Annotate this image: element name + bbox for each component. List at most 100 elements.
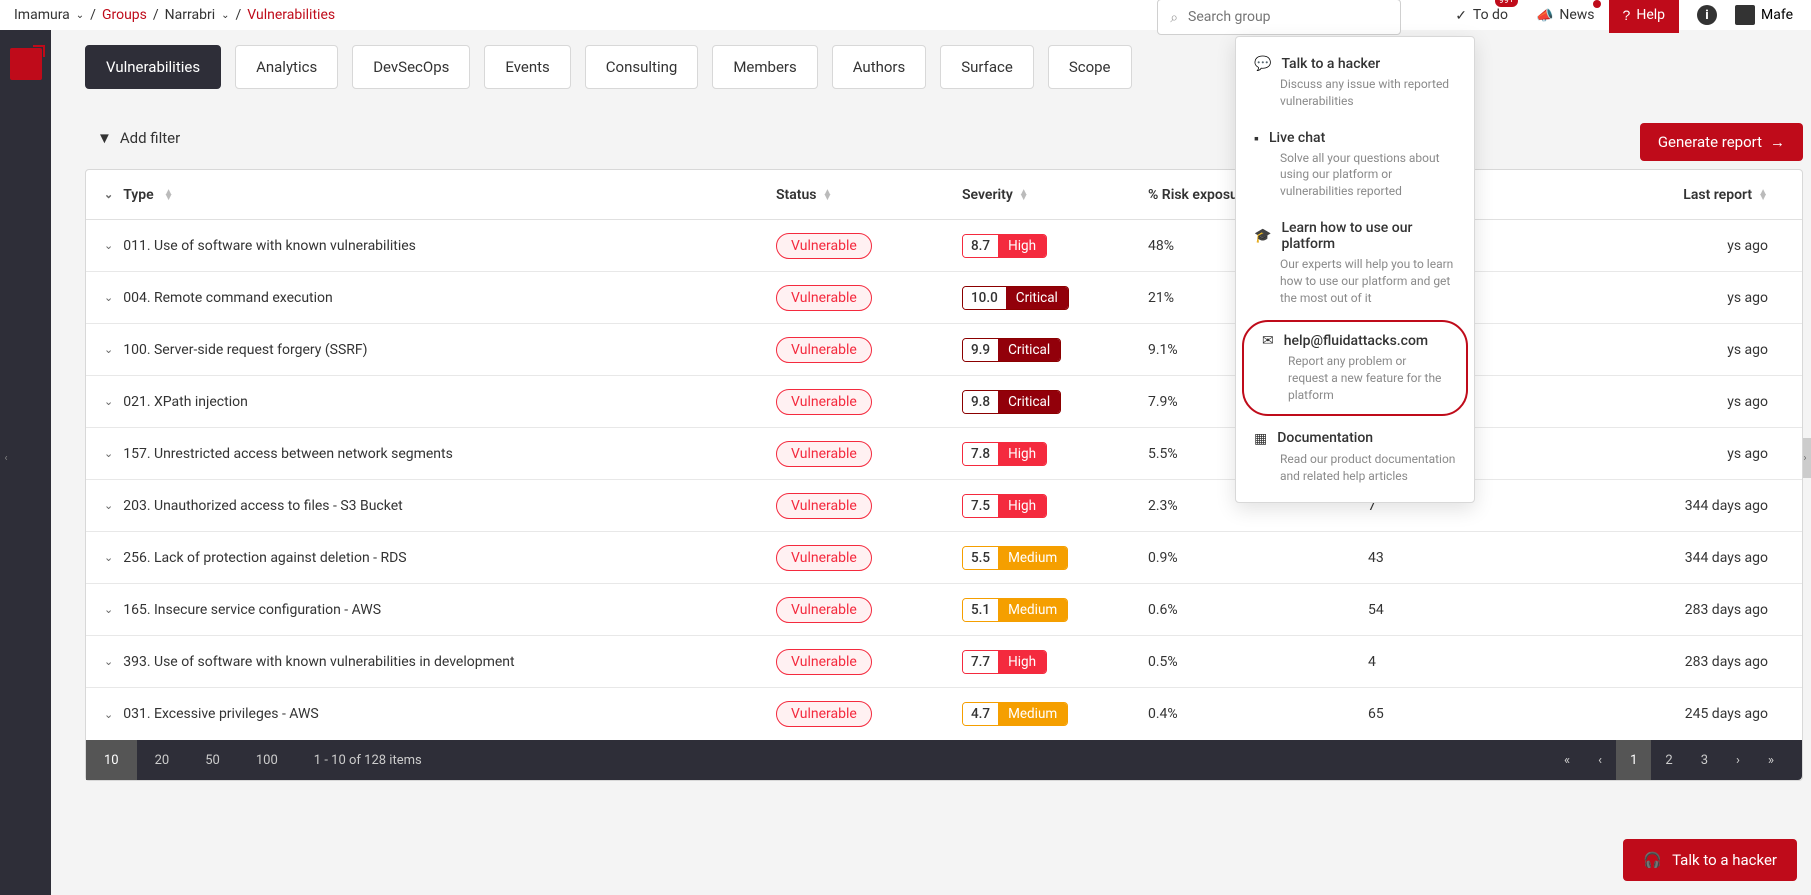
tab-authors[interactable]: Authors (832, 45, 927, 89)
talk-to-hacker-button[interactable]: 🎧 Talk to a hacker (1623, 839, 1797, 881)
chevron-down-icon[interactable]: ⌄ (104, 708, 113, 721)
chevron-down-icon[interactable]: ⌄ (104, 603, 113, 616)
table-row[interactable]: ⌄165. Insecure service configuration - A… (86, 584, 1802, 636)
help-button[interactable]: ? Help (1609, 0, 1679, 33)
chevron-down-icon[interactable]: ⌄ (104, 395, 113, 408)
help-item[interactable]: 🎓Learn how to use our platformOur expert… (1236, 210, 1474, 316)
pager: «‹123›» (1550, 740, 1802, 780)
table-row[interactable]: ⌄021. XPath injectionVulnerable9.8Critic… (86, 376, 1802, 428)
chevron-down-icon[interactable]: ⌄ (104, 291, 113, 304)
search-box[interactable]: ⌕ (1157, 0, 1401, 35)
tab-analytics[interactable]: Analytics (235, 45, 338, 89)
breadcrumb-groups[interactable]: Groups (102, 7, 147, 23)
add-filter-button[interactable]: ▼ Add filter (97, 129, 180, 147)
table-row[interactable]: ⌄203. Unauthorized access to files - S3 … (86, 480, 1802, 532)
pager-next[interactable]: › (1722, 740, 1754, 780)
table-row[interactable]: ⌄256. Lack of protection against deletio… (86, 532, 1802, 584)
todo-button[interactable]: ✓ To do 99+ (1441, 0, 1522, 33)
talk-label: Talk to a hacker (1672, 851, 1777, 869)
generate-report-label: Generate report (1658, 133, 1762, 151)
sidebar-collapse-left[interactable]: ‹ (0, 438, 12, 478)
table-row[interactable]: ⌄393. Use of software with known vulnera… (86, 636, 1802, 688)
help-item-title: Talk to a hacker (1281, 56, 1380, 72)
severity-label: High (998, 235, 1046, 257)
help-item-icon: ▪ (1254, 130, 1259, 146)
news-button[interactable]: 📣 News (1522, 0, 1609, 33)
table-row[interactable]: ⌄ 157. Unrestricted access between networ… (86, 428, 1802, 480)
vuln-type: 011. Use of software with known vulnerab… (123, 238, 416, 254)
help-item-icon: 🎓 (1254, 227, 1271, 244)
chevron-down-icon[interactable]: ⌄ (221, 10, 229, 21)
severity-label: High (998, 495, 1046, 517)
chevron-down-icon[interactable]: ⌄ (104, 447, 113, 460)
severity-score: 10.0 (963, 287, 1006, 309)
table-row[interactable]: ⌄100. Server-side request forgery (SSRF)… (86, 324, 1802, 376)
pager-prev[interactable]: « (1550, 740, 1584, 780)
pager-page-1[interactable]: 1 (1616, 740, 1651, 780)
chevron-down-icon[interactable]: ⌄ (104, 551, 113, 564)
chevron-down-icon[interactable]: ⌄ (104, 499, 113, 512)
headset-icon: 🎧 (1643, 851, 1662, 869)
severity-score: 8.7 (963, 235, 998, 257)
tab-events[interactable]: Events (484, 45, 570, 89)
table-row[interactable]: ⌄004. Remote command executionVulnerable… (86, 272, 1802, 324)
tab-surface[interactable]: Surface (940, 45, 1034, 89)
arrow-right-icon: → (1770, 134, 1785, 151)
col-last[interactable]: Last report▲▼ (1608, 187, 1788, 203)
content: Vulnerabilities Analytics DevSecOps Events C… (85, 45, 1811, 781)
col-severity[interactable]: Severity▲▼ (962, 187, 1148, 203)
tab-consulting[interactable]: Consulting (585, 45, 699, 89)
pager-page-2[interactable]: 2 (1651, 740, 1686, 780)
pager-next[interactable]: » (1754, 740, 1788, 780)
col-type[interactable]: ⌄Type▲▼ (86, 187, 776, 203)
help-item[interactable]: ✉help@fluidattacks.comReport any problem… (1242, 320, 1468, 415)
info-icon[interactable]: i (1697, 5, 1717, 25)
breadcrumb-imamura[interactable]: Imamura (14, 7, 70, 23)
pager-prev[interactable]: ‹ (1584, 740, 1616, 780)
chevron-down-icon: ⌄ (104, 188, 113, 201)
breadcrumb-vulnerabilities[interactable]: Vulnerabilities (247, 7, 335, 23)
user-menu[interactable]: Mafe (1735, 5, 1811, 25)
table-row[interactable]: ⌄031. Excessive privileges - AWSVulnerab… (86, 688, 1802, 740)
chevron-down-icon[interactable]: ⌄ (104, 343, 113, 356)
status-badge: Vulnerable (776, 493, 872, 519)
severity-label: Critical (1006, 287, 1068, 309)
status-badge: Vulnerable (776, 545, 872, 571)
help-item[interactable]: ▪Live chatSolve all your questions about… (1236, 120, 1474, 210)
chevron-down-icon[interactable]: ⌄ (76, 10, 84, 21)
tab-devsecops[interactable]: DevSecOps (352, 45, 470, 89)
vuln-type: 157. Unrestricted access between network… (123, 446, 453, 462)
pager-page-3[interactable]: 3 (1687, 740, 1722, 780)
severity-label: High (998, 651, 1046, 673)
help-label: Help (1636, 7, 1665, 23)
page-size-20[interactable]: 20 (137, 740, 188, 780)
col-status[interactable]: Status▲▼ (776, 187, 962, 203)
avatar-icon (1735, 5, 1755, 25)
breadcrumb-narrabri[interactable]: Narrabri (165, 7, 215, 23)
severity-badge: 7.8High (962, 442, 1047, 466)
help-item[interactable]: ▦DocumentationRead our product documenta… (1236, 420, 1474, 495)
sort-icon: ▲▼ (822, 190, 832, 200)
table-row[interactable]: ⌄ 011. Use of software with known vulnera… (86, 220, 1802, 272)
sidebar: ‹ (0, 0, 51, 895)
page-size-10[interactable]: 10 (86, 740, 137, 780)
chevron-down-icon[interactable]: ⌄ (104, 239, 113, 252)
risk-value: 0.4% (1148, 706, 1368, 722)
status-badge: Vulnerable (776, 285, 872, 311)
chevron-down-icon[interactable]: ⌄ (104, 655, 113, 668)
severity-score: 4.7 (963, 703, 998, 725)
search-input[interactable] (1188, 9, 1388, 25)
page-size: 102050100 (86, 740, 296, 780)
help-item-desc: Read our product documentation and relat… (1280, 451, 1456, 485)
tab-members[interactable]: Members (712, 45, 817, 89)
topbar-right: ⌕ ✓ To do 99+ 📣 News ? Help i Mafe (1157, 0, 1811, 35)
page-size-50[interactable]: 50 (187, 740, 238, 780)
generate-report-button[interactable]: Generate report → (1640, 123, 1803, 161)
tab-scope[interactable]: Scope (1048, 45, 1132, 89)
tab-vulnerabilities[interactable]: Vulnerabilities (85, 45, 221, 89)
page-size-100[interactable]: 100 (238, 740, 296, 780)
help-item[interactable]: 💬Talk to a hackerDiscuss any issue with … (1236, 45, 1474, 120)
last-report: 283 days ago (1608, 602, 1788, 618)
severity-label: Critical (998, 339, 1060, 361)
status-badge: Vulnerable (776, 597, 872, 623)
